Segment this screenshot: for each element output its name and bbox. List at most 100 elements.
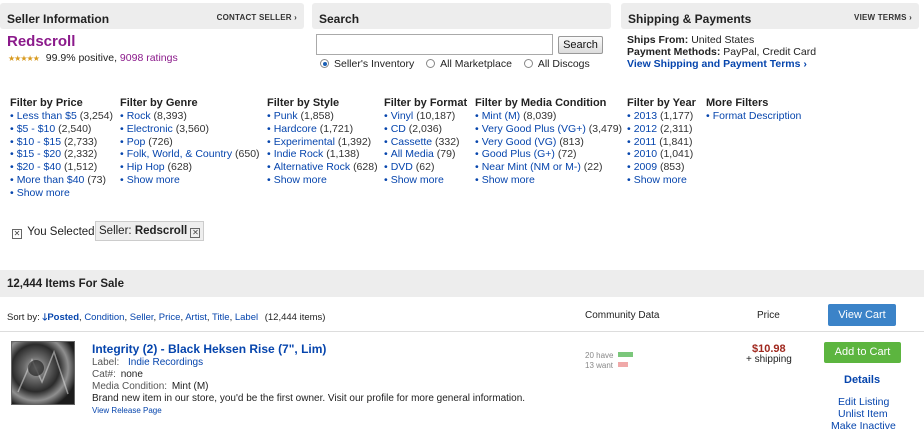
filter-item: • DVD (62) — [384, 161, 467, 174]
label-link[interactable]: Indie Recordings — [128, 357, 203, 368]
item-media-row: Media Condition: Mint (M) — [92, 381, 209, 392]
sort-option-price[interactable]: Price — [159, 312, 181, 323]
filter-list: • Vinyl (10,187) • CD (2,036) • Cassette (332… — [384, 110, 467, 187]
shipping-title: Shipping & Payments — [628, 12, 752, 26]
filter-link[interactable]: Punk — [274, 110, 298, 122]
filter-link[interactable]: Hip Hop — [127, 161, 165, 173]
view-terms-link[interactable]: VIEW TERMS › — [854, 13, 912, 22]
view-shipping-terms-link[interactable]: View Shipping and Payment Terms › — [627, 58, 807, 70]
sort-option-seller[interactable]: Seller — [130, 312, 154, 323]
filter-item: • Electronic (3,560) — [120, 123, 260, 136]
filter-link[interactable]: Show more — [17, 187, 70, 199]
have-count[interactable]: 20 have — [585, 351, 618, 360]
search-button[interactable]: Search — [558, 36, 603, 54]
filter-link[interactable]: Very Good Plus (VG+) — [482, 123, 586, 135]
filter-link[interactable]: 2009 — [634, 161, 657, 173]
bullet-icon: • — [120, 110, 124, 122]
filter-link[interactable]: $5 - $10 — [17, 123, 56, 135]
filter-link[interactable]: Hardcore — [274, 123, 317, 135]
scope-all-discogs[interactable]: All Discogs — [523, 58, 590, 70]
edit-listing-link[interactable]: Edit Listing — [838, 396, 889, 408]
contact-seller-link[interactable]: CONTACT SELLER › — [217, 13, 297, 22]
bullet-icon: • — [120, 135, 124, 148]
filter-link[interactable]: $15 - $20 — [17, 148, 61, 160]
filter-link[interactable]: Less than $5 — [17, 110, 77, 122]
filter-link[interactable]: Electronic — [127, 123, 173, 135]
search-input[interactable] — [316, 34, 553, 55]
filter-list: • Mint (M) (8,039) • Very Good Plus (VG+) (… — [475, 110, 622, 187]
bullet-icon: • — [475, 135, 479, 148]
filter-count: (2,036) — [408, 122, 443, 135]
bullet-icon: • — [384, 148, 388, 161]
filter-link[interactable]: Near Mint (NM or M-) — [482, 161, 581, 173]
filter-link[interactable]: Mint (M) — [482, 110, 521, 122]
add-to-cart-button[interactable]: Add to Cart — [824, 342, 901, 363]
filter-count: (62) — [415, 161, 435, 174]
shipping-header: Shipping & Payments VIEW TERMS › — [621, 3, 919, 29]
details-link[interactable]: Details — [844, 374, 880, 386]
filter-list: • Less than $5 (3,254) • $5 - $10 (2,540) • $… — [10, 110, 113, 200]
remove-filter-icon[interactable]: ✕ — [190, 228, 201, 238]
filter-title: Filter by Price — [10, 97, 83, 109]
filter-link[interactable]: Good Plus (G+) — [482, 148, 555, 160]
filter-item: • Very Good Plus (VG+) (3,479) — [475, 123, 622, 136]
want-count[interactable]: 13 want — [585, 361, 618, 370]
bullet-icon: • — [384, 173, 388, 186]
filter-item: • Show more — [267, 174, 378, 187]
bullet-icon: • — [120, 122, 124, 135]
filter-link[interactable]: Folk, World, & Country — [127, 148, 232, 160]
filter-link[interactable]: Cassette — [391, 136, 432, 148]
filter-link[interactable]: Experimental — [274, 136, 335, 148]
filter-count: (73) — [87, 173, 107, 186]
filter-title: Filter by Genre — [120, 97, 198, 109]
filter-link[interactable]: All Media — [391, 148, 434, 160]
filter-link[interactable]: Vinyl — [391, 110, 414, 122]
filter-link[interactable]: Show more — [127, 174, 180, 186]
filter-link[interactable]: Show more — [634, 174, 687, 186]
filter-link[interactable]: Show more — [274, 174, 327, 186]
filter-link[interactable]: DVD — [391, 161, 413, 173]
filter-link[interactable]: $20 - $40 — [17, 161, 61, 173]
view-release-page-link[interactable]: View Release Page — [92, 406, 162, 415]
filter-link[interactable]: More than $40 — [17, 174, 85, 186]
filter-link[interactable]: 2010 — [634, 148, 657, 160]
unlist-item-link[interactable]: Unlist Item — [838, 408, 888, 420]
sort-option-title[interactable]: Title — [212, 312, 230, 323]
filter-link[interactable]: 2012 — [634, 123, 657, 135]
filter-count: (813) — [559, 135, 584, 148]
filter-link[interactable]: $10 - $15 — [17, 136, 61, 148]
filter-link[interactable]: Rock — [127, 110, 151, 122]
sort-option-label[interactable]: Label — [235, 312, 258, 323]
release-thumbnail[interactable] — [11, 341, 75, 405]
filter-column: Filter by Format • Vinyl (10,187) • CD (2,03… — [384, 97, 467, 187]
view-cart-button[interactable]: View Cart — [828, 304, 896, 326]
scope-sellers-inventory[interactable]: Seller's Inventory — [320, 58, 414, 70]
filter-link[interactable]: CD — [391, 123, 406, 135]
filter-item: • Mint (M) (8,039) — [475, 110, 622, 123]
sort-option-condition[interactable]: Condition — [84, 312, 124, 323]
scope-all-marketplace[interactable]: All Marketplace — [426, 58, 512, 70]
filter-link[interactable]: Alternative Rock — [274, 161, 350, 173]
bullet-icon: • — [384, 135, 388, 148]
clear-all-icon[interactable]: ✕ — [12, 229, 22, 239]
filter-link[interactable]: Indie Rock — [274, 148, 324, 160]
item-title-link[interactable]: Integrity (2) - Black Heksen Rise (7", L… — [92, 342, 326, 356]
filter-count: (2,332) — [63, 148, 98, 161]
filter-link[interactable]: 2013 — [634, 110, 657, 122]
sort-posted[interactable]: 🡓Posted — [42, 312, 79, 323]
radio-icon — [523, 59, 533, 68]
seller-name[interactable]: Redscroll — [7, 33, 75, 50]
filter-link[interactable]: Show more — [391, 174, 444, 186]
filter-link[interactable]: Very Good (VG) — [482, 136, 557, 148]
filter-link[interactable]: Pop — [127, 136, 146, 148]
filter-link[interactable]: Format Description — [713, 110, 802, 122]
sort-option-artist[interactable]: Artist — [185, 312, 207, 323]
filter-item: • Hip Hop (628) — [120, 161, 260, 174]
ratings-link[interactable]: 9098 ratings — [120, 52, 178, 64]
filter-item: • Indie Rock (1,138) — [267, 148, 378, 161]
filter-count: (3,479) — [588, 122, 623, 135]
filter-link[interactable]: 2011 — [634, 136, 657, 148]
filter-link[interactable]: Show more — [482, 174, 535, 186]
filter-count: (1,512) — [63, 161, 98, 174]
make-inactive-link[interactable]: Make Inactive — [831, 420, 896, 432]
